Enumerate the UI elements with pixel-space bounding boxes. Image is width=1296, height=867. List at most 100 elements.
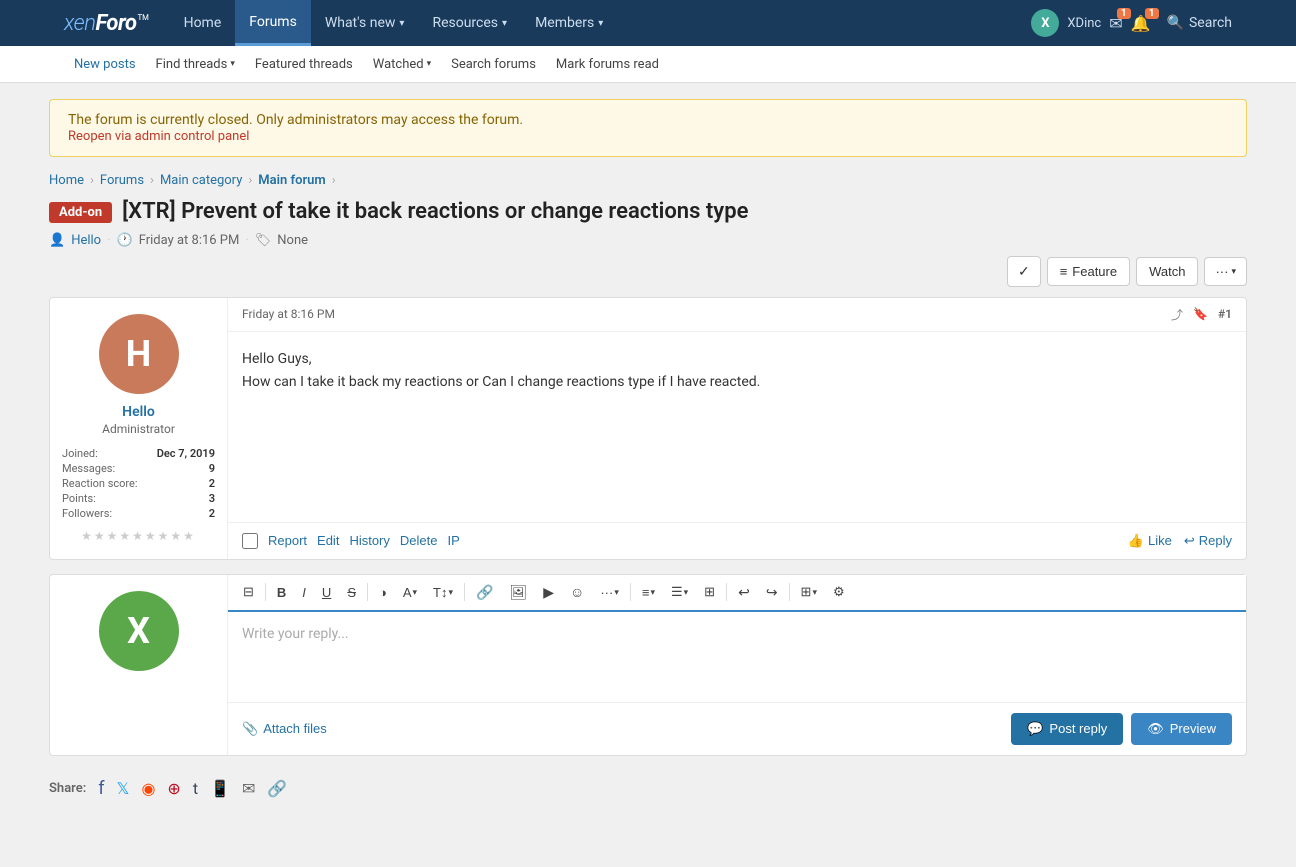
post-footer-right: 👍 Like ↩ Reply — [1128, 533, 1232, 549]
toolbar-template[interactable]: ⊞▾ — [794, 580, 824, 604]
toolbar-sep-1 — [265, 583, 266, 601]
thread-meta-tags: None — [277, 233, 308, 248]
toolbar-strikethrough[interactable]: S — [340, 581, 363, 604]
sub-nav-find-threads[interactable]: Find threads▾ — [146, 46, 245, 82]
post-reply-icon: 💬 — [1027, 721, 1043, 737]
sub-nav-new-posts[interactable]: New posts — [64, 46, 146, 82]
post-username-link[interactable]: Hello — [122, 404, 155, 420]
share-pinterest-icon[interactable]: ⊕ — [167, 779, 180, 798]
nav-item-resources[interactable]: Resources▾ — [418, 0, 521, 46]
breadcrumb-sep-4: › — [332, 173, 336, 188]
sub-nav-mark-forums-read[interactable]: Mark forums read — [546, 46, 669, 82]
nav-item-home[interactable]: Home — [170, 0, 236, 46]
toolbar-eraser[interactable]: ⊟ — [236, 580, 261, 604]
sub-nav-search-forums[interactable]: Search forums — [441, 46, 546, 82]
delete-button[interactable]: Delete — [400, 533, 438, 548]
alerts-notification[interactable]: 🔔 1 — [1131, 14, 1151, 33]
toolbar-font-size[interactable]: T↕▾ — [426, 581, 460, 604]
share-whatsapp-icon[interactable]: 📱 — [210, 779, 230, 798]
stat-label-reaction: Reaction score: — [62, 476, 148, 491]
alert-message: The forum is currently closed. Only admi… — [68, 112, 1228, 128]
like-icon: 👍 — [1128, 533, 1144, 549]
inbox-badge: 1 — [1117, 8, 1131, 19]
preview-button[interactable]: 👁 Preview — [1131, 713, 1232, 745]
thread-meta-clock-icon: 🕐 — [117, 233, 133, 248]
attach-icon: 📎 — [242, 721, 258, 737]
toolbar-italic[interactable]: I — [295, 581, 313, 604]
stat-row-messages: Messages: 9 — [62, 461, 215, 476]
share-tumblr-icon[interactable]: t — [193, 779, 198, 798]
sub-nav-featured-threads[interactable]: Featured threads — [245, 46, 363, 82]
breadcrumb: Home › Forums › Main category › Main for… — [49, 173, 1247, 188]
like-button[interactable]: 👍 Like — [1128, 533, 1172, 549]
toolbar-settings[interactable]: ⚙ — [826, 580, 852, 604]
breadcrumb-forums[interactable]: Forums — [100, 173, 144, 188]
post-body: Friday at 8:16 PM ⤴ 🔖 #1 Hello Guys, How… — [228, 298, 1246, 559]
thread-meta-user[interactable]: Hello — [71, 233, 101, 248]
post-select-checkbox[interactable] — [242, 533, 258, 549]
editor-input[interactable]: Write your reply... — [228, 612, 1246, 702]
nav-item-whats-new[interactable]: What's new▾ — [311, 0, 419, 46]
toolbar-font-color[interactable]: A▾ — [396, 581, 424, 604]
share-reddit-icon[interactable]: ◉ — [141, 779, 155, 798]
toolbar-emoji[interactable]: ☺ — [563, 580, 591, 604]
alert-link[interactable]: Reopen via admin control panel — [68, 129, 249, 144]
share-icon-post[interactable]: ⤴ — [1171, 306, 1183, 323]
stat-value-followers: 2 — [148, 506, 215, 521]
toolbar-link[interactable]: 🔗 — [469, 580, 500, 605]
post-footer-left: Report Edit History Delete IP — [242, 533, 460, 549]
edit-button[interactable]: Edit — [317, 533, 339, 548]
search-button[interactable]: 🔍 Search — [1167, 15, 1232, 31]
username-display[interactable]: XDinc — [1067, 16, 1101, 31]
stat-label-messages: Messages: — [62, 461, 148, 476]
toolbar-media[interactable]: ▶ — [536, 580, 561, 605]
share-twitter-icon[interactable]: 𝕏 — [117, 779, 130, 798]
forum-alert: The forum is currently closed. Only admi… — [49, 99, 1247, 157]
ip-button[interactable]: IP — [447, 533, 459, 548]
feature-button[interactable]: ≡ Feature — [1047, 257, 1130, 286]
toolbar-list[interactable]: ☰▾ — [664, 580, 695, 604]
share-email-icon[interactable]: ✉ — [242, 779, 255, 798]
site-logo[interactable]: xenForo™ — [64, 11, 150, 36]
share-link-icon[interactable]: 🔗 — [267, 779, 287, 798]
toolbar-redo[interactable]: ↪ — [759, 580, 785, 605]
toolbar-undo[interactable]: ↩ — [731, 580, 757, 605]
inbox-notification[interactable]: ✉ 1 — [1109, 14, 1122, 33]
watch-button[interactable]: Watch — [1136, 257, 1198, 286]
toolbar-underline[interactable]: U — [315, 581, 338, 604]
more-options-button[interactable]: ··· ▾ — [1204, 257, 1247, 286]
breadcrumb-home[interactable]: Home — [49, 173, 84, 188]
toolbar-table[interactable]: ⊞ — [697, 580, 722, 604]
nav-item-members[interactable]: Members▾ — [521, 0, 617, 46]
user-avatar-badge[interactable]: X — [1031, 9, 1059, 37]
report-button[interactable]: Report — [268, 533, 307, 548]
thread-title-area: Add-on [XTR] Prevent of take it back rea… — [49, 198, 1247, 248]
reply-button[interactable]: ↩ Reply — [1184, 533, 1232, 549]
toolbar-image[interactable]: 🖼 — [502, 580, 534, 605]
breadcrumb-main-category[interactable]: Main category — [160, 173, 242, 188]
reply-card: X ⊟ B I U S ◑ A▾ T↕▾ 🔗 🖼 ▶ ☺ ···▾ — [49, 574, 1247, 756]
bookmark-icon[interactable]: 🔖 — [1193, 307, 1208, 321]
post-reply-button[interactable]: 💬 Post reply — [1011, 713, 1123, 745]
toolbar-sep-4 — [630, 583, 631, 601]
toolbar-sep-5 — [726, 583, 727, 601]
thread-tag-badge[interactable]: Add-on — [49, 202, 112, 223]
toolbar-align[interactable]: ≡▾ — [635, 581, 662, 604]
history-button[interactable]: History — [349, 533, 389, 548]
nav-item-forums[interactable]: Forums — [235, 0, 311, 46]
user-role: Administrator — [102, 422, 175, 436]
main-content: The forum is currently closed. Only admi… — [33, 83, 1263, 823]
breadcrumb-main-forum[interactable]: Main forum — [258, 173, 325, 188]
toolbar-bold[interactable]: B — [270, 581, 293, 604]
attach-files-button[interactable]: 📎 Attach files — [242, 721, 327, 737]
toolbar-more-insert[interactable]: ···▾ — [593, 581, 626, 604]
stat-label-joined: Joined: — [62, 446, 148, 461]
share-facebook-icon[interactable]: f — [98, 778, 104, 799]
user-rating-stars: ★★★★★★★★★ — [81, 529, 196, 543]
sub-nav-watched[interactable]: Watched▾ — [363, 46, 441, 82]
toolbar-highlight-color[interactable]: ◑ — [372, 581, 394, 604]
preview-icon: 👁 — [1147, 721, 1164, 737]
post-content: Hello Guys, How can I take it back my re… — [228, 332, 1246, 522]
feature-icon: ≡ — [1060, 264, 1068, 279]
check-button[interactable]: ✓ — [1007, 256, 1041, 287]
